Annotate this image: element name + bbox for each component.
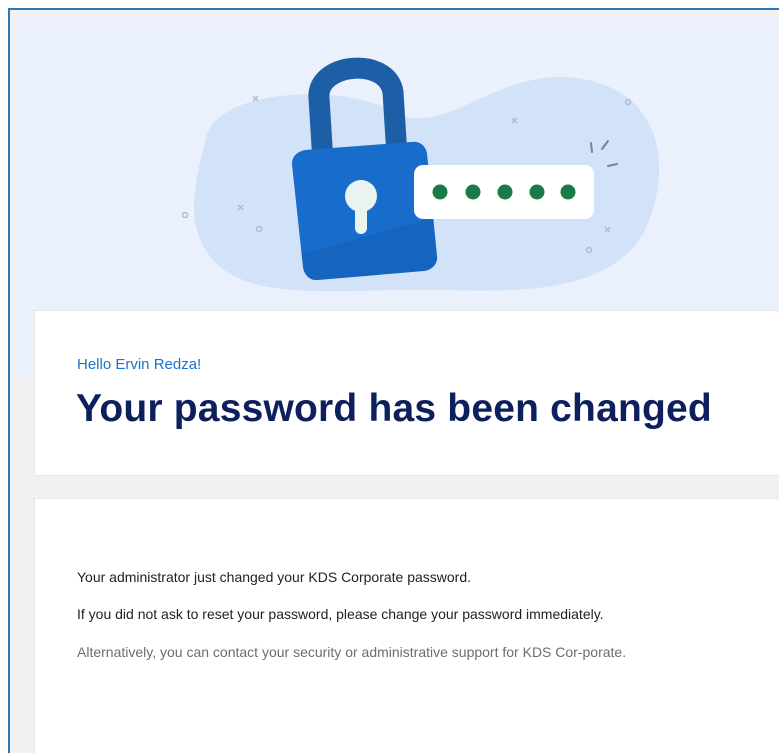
message-paragraph-3: Alternatively, you can contact your secu…: [77, 644, 627, 660]
message-paragraph-2: If you did not ask to reset your passwor…: [77, 606, 604, 622]
email-frame: Hello Ervin Redza! Your password has bee…: [8, 8, 779, 753]
greeting-text: Hello Ervin Redza!: [77, 356, 202, 373]
message-paragraph-1: Your administrator just changed your KDS…: [77, 569, 472, 585]
header-card: Hello Ervin Redza! Your password has bee…: [34, 310, 779, 476]
message-card: Your administrator just changed your KDS…: [34, 498, 779, 753]
page-title: Your password has been changed: [76, 387, 712, 430]
password-dots-icon: [414, 165, 594, 219]
